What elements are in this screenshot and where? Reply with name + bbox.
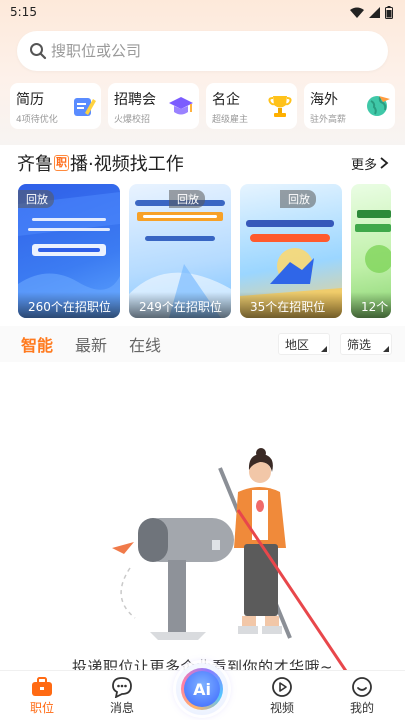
search-input[interactable]: [51, 42, 351, 60]
quick-card-job-fair[interactable]: 招聘会 火爆校招: [108, 83, 199, 129]
replay-tag: 回放: [280, 190, 316, 208]
quick-card-resume[interactable]: 简历 4项待优化: [10, 83, 101, 129]
search-icon: [30, 43, 47, 60]
status-time: 5:15: [10, 5, 37, 19]
briefcase-icon: [32, 677, 52, 696]
tab-latest[interactable]: 最新: [75, 332, 107, 356]
pen-icon: [74, 98, 96, 116]
live-title-prefix: 齐鲁: [17, 154, 53, 175]
region-filter-label: 地区: [285, 338, 310, 352]
tab-messages-label: 消息: [109, 701, 134, 715]
live-card-count: 35个在招职位: [240, 292, 342, 318]
quick-card-overseas[interactable]: 海外 驻外高薪: [304, 83, 395, 129]
status-icons: [350, 5, 393, 19]
signal-icon: [369, 6, 380, 18]
status-bar: 5:15: [0, 0, 405, 24]
live-card-count: 260个在招职位: [18, 292, 120, 318]
replay-tag: 回放: [18, 190, 54, 208]
play-circle-icon: [272, 677, 292, 697]
graduation-cap-icon: [169, 97, 193, 115]
empty-state-illustration: [112, 448, 292, 640]
live-card-count: 12个: [351, 292, 391, 318]
tab-messages[interactable]: 消息: [92, 675, 152, 716]
globe-icon: [367, 96, 390, 116]
live-title-suffix: 播·视频找工作: [70, 154, 184, 175]
live-section-title: 齐鲁 职 播·视频找工作: [17, 150, 184, 176]
zhi-badge: 职: [54, 155, 69, 171]
smile-face-icon: [352, 677, 372, 697]
live-card[interactable]: 回放 260个在招职位: [18, 184, 120, 318]
ai-label: Ai: [184, 671, 220, 707]
dropdown-corner-icon: [321, 346, 327, 352]
quick-entry-cards: 简历 4项待优化 招聘会 火爆校招 名企 超级雇主 海外 驻外高薪: [10, 83, 397, 129]
live-cards-row: 回放 260个在招职位 回放 249个在招职位 回放 35个在招职位 12个: [18, 184, 405, 318]
tab-video[interactable]: 视频: [252, 675, 312, 716]
replay-tag: 回放: [169, 190, 205, 208]
chat-bubble-icon: [112, 677, 132, 698]
ai-assistant-button[interactable]: Ai: [176, 663, 228, 715]
wifi-icon: [350, 7, 364, 18]
tab-smart[interactable]: 智能: [21, 332, 53, 356]
battery-icon: [385, 5, 393, 19]
tab-online[interactable]: 在线: [129, 332, 161, 356]
tab-jobs-label: 职位: [29, 701, 54, 715]
tab-mine[interactable]: 我的: [332, 675, 392, 716]
live-card[interactable]: 回放 35个在招职位: [240, 184, 342, 318]
live-section-header: 齐鲁 职 播·视频找工作 更多: [17, 151, 389, 175]
more-link[interactable]: 更多: [351, 154, 389, 173]
live-card-count: 249个在招职位: [129, 292, 231, 318]
ai-ring: Ai: [181, 668, 223, 710]
search-bar[interactable]: [17, 31, 388, 71]
more-label: 更多: [350, 157, 377, 173]
live-card[interactable]: 回放 249个在招职位: [129, 184, 231, 318]
region-filter[interactable]: 地区: [278, 333, 330, 355]
dropdown-corner-icon: [383, 346, 389, 352]
quick-card-famous-companies[interactable]: 名企 超级雇主: [206, 83, 297, 129]
screen-filter[interactable]: 筛选: [340, 333, 392, 355]
tab-mine-label: 我的: [349, 701, 374, 715]
tab-jobs[interactable]: 职位: [12, 675, 72, 716]
chevron-right-icon: [380, 157, 389, 169]
trophy-icon: [268, 96, 292, 117]
tab-video-label: 视频: [269, 701, 294, 715]
live-card[interactable]: 12个: [351, 184, 391, 318]
screen-filter-label: 筛选: [347, 338, 372, 352]
